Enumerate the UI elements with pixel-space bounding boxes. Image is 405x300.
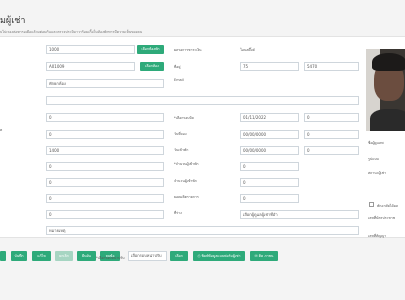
print-button[interactable]: ⎙ พิมพ์ข้อมูลแบบฟอร์มผู้เช่า bbox=[193, 251, 245, 261]
side-label: ต bbox=[0, 128, 3, 132]
cancel-button[interactable]: ยกเลิก bbox=[55, 251, 73, 261]
num-field-3[interactable]: 1400 bbox=[46, 146, 164, 155]
print-label: พิมพ์ข้อมูลแบบฟอร์มผู้เช่า bbox=[201, 254, 241, 258]
tenant-name-input[interactable] bbox=[46, 96, 359, 105]
payment-status-value: โอนสดี๊งค์ bbox=[240, 48, 255, 52]
summary-input[interactable]: 0 bbox=[240, 194, 299, 203]
page-subtitle: บไปเรองต่อทารอเยือแล้วมต่อมก้นและตรวจประ… bbox=[0, 30, 143, 34]
tenant-photo bbox=[366, 49, 405, 131]
format-label: รูปแบบ bbox=[368, 157, 379, 161]
caretaker-label: ชื่อผู้ดูแลพ bbox=[368, 141, 384, 145]
guests-input[interactable]: 0 bbox=[240, 162, 299, 171]
booking-date-input[interactable]: 00/00/0000 bbox=[240, 130, 299, 139]
room-code-input[interactable]: 1000 bbox=[46, 45, 135, 54]
num-field-1[interactable]: 0 bbox=[46, 113, 164, 122]
round-select[interactable]: เลือกรอบหน่าปรับ bbox=[128, 251, 167, 261]
move-in-label: วันเข้าพัก bbox=[174, 148, 189, 152]
guests2-label: จำนวนผู้เข้าพัก bbox=[174, 179, 197, 183]
room-number-input[interactable]: A01009 bbox=[46, 62, 135, 71]
page-title: มผู้เช่า bbox=[0, 16, 26, 26]
side-field-1[interactable]: 0 bbox=[304, 113, 359, 122]
num-field-7[interactable]: 0 bbox=[46, 210, 164, 219]
chat-button[interactable]: ✉ ติด ภาชน bbox=[250, 251, 278, 261]
confirm-button[interactable]: ยืนยัน bbox=[77, 251, 96, 261]
num-field-4[interactable]: 0 bbox=[46, 162, 164, 171]
num-field-2[interactable]: 0 bbox=[46, 130, 164, 139]
draft-label: ที่ร่าง bbox=[174, 211, 182, 215]
round-select-label: *เลือกรอบหน่าปรับ bbox=[96, 256, 125, 260]
tenant-status-label: สถานะผู้เช่า bbox=[368, 171, 387, 175]
bill-round-input[interactable]: 01/11/2022 bbox=[240, 113, 299, 122]
id-card-label: เลขที่บัตรประชาช bbox=[368, 216, 396, 220]
save-button[interactable]: บันทึก bbox=[11, 251, 27, 261]
email-label: Email bbox=[174, 78, 184, 82]
residence-checkbox-label: พักอาศัยได้ผล bbox=[377, 204, 398, 208]
chat-label: ติด ภาชน bbox=[258, 254, 274, 258]
summary-label: ยอดผลิตรายการ bbox=[174, 195, 199, 199]
select-room2-button[interactable]: เลือกห้อง bbox=[140, 62, 164, 71]
num-field-5[interactable]: 0 bbox=[46, 178, 164, 187]
bill-round-label: *เลือกรอบบิล bbox=[174, 116, 194, 120]
guests2-input[interactable]: 0 bbox=[240, 178, 299, 187]
draft-select[interactable]: เลือกผู้ดูแลผู้เช่าที่อำ bbox=[240, 210, 359, 219]
address-input-1[interactable]: 75 bbox=[240, 62, 299, 71]
booking-date-label: วันที่จอง bbox=[174, 132, 187, 136]
footer-button-partial[interactable] bbox=[0, 251, 6, 261]
side-field-3[interactable]: 0 bbox=[304, 146, 359, 155]
select-room-button[interactable]: เลือกห้องพัก bbox=[137, 45, 164, 54]
contract-label: เลขที่สัญญา bbox=[368, 234, 387, 238]
num-field-6[interactable]: 0 bbox=[46, 194, 164, 203]
pick-button[interactable]: เลือก bbox=[170, 251, 188, 261]
payment-status-label: ผลรอการชาระเงิน bbox=[174, 48, 202, 52]
guests-label: *จำนวนผู้เข้าพัก bbox=[174, 162, 199, 166]
edit-button[interactable]: แก้ไข bbox=[32, 251, 51, 261]
residence-checkbox[interactable] bbox=[369, 202, 374, 207]
room-name-input[interactable]: พักยกห้อง bbox=[46, 79, 164, 88]
address-input-2[interactable]: 5470 bbox=[304, 62, 359, 71]
top-bar bbox=[0, 0, 405, 10]
note-input[interactable]: หมายเหตุ bbox=[46, 226, 359, 235]
side-field-2[interactable]: 0 bbox=[304, 130, 359, 139]
address-label: ที่อยู่ bbox=[174, 65, 181, 69]
move-in-input[interactable]: 00/00/0000 bbox=[240, 146, 299, 155]
